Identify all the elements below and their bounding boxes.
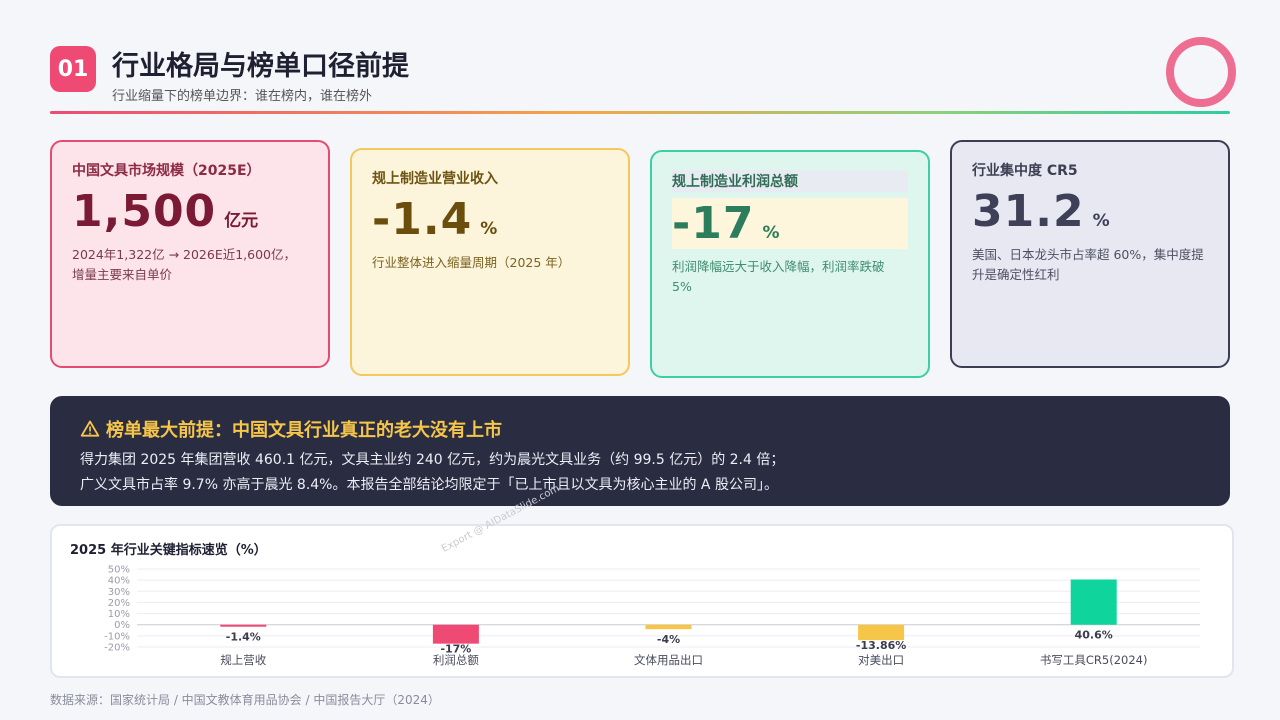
kpi-description: 行业整体进入缩量周期（2025 年） bbox=[372, 255, 571, 270]
section-number-badge: 01 bbox=[50, 46, 96, 92]
kpi-unit: % bbox=[480, 219, 498, 239]
bar bbox=[1070, 579, 1117, 625]
kpi-value-row: -17 % bbox=[672, 198, 908, 249]
kpi-value-row: 1,500 亿元 bbox=[72, 186, 308, 237]
kpi-card-concentration: 行业集中度 CR5 31.2 % 美国、日本龙头市占率超 60%，集中度提升是确… bbox=[950, 140, 1230, 368]
page-title: 行业格局与榜单口径前提 bbox=[112, 51, 409, 82]
y-tick-label: 10% bbox=[108, 609, 130, 620]
y-tick-label: -10% bbox=[104, 631, 130, 642]
kpi-card-market-size: 中国文具市场规模（2025E） 1,500 亿元 2024年1,322亿 → 2… bbox=[50, 140, 330, 368]
indicator-bar-chart: 50%40%30%20%10%0%-10%-20%-1.4%规上营收-17%利润… bbox=[104, 565, 1200, 667]
kpi-value-row: 31.2 % bbox=[972, 186, 1208, 237]
kpi-label: 行业集中度 CR5 bbox=[972, 163, 1078, 179]
kpi-label: 规上制造业利润总额 bbox=[672, 170, 908, 192]
y-tick-label: 0% bbox=[114, 620, 130, 631]
x-tick-label: 书写工具CR5(2024) bbox=[1040, 653, 1148, 667]
kpi-description: 美国、日本龙头市占率超 60%，集中度提升是确定性红利 bbox=[972, 247, 1204, 282]
kpi-card-revenue: 规上制造业营业收入 -1.4 % 行业整体进入缩量周期（2025 年） bbox=[350, 148, 630, 376]
kpi-value: 1,500 bbox=[72, 186, 217, 237]
kpi-card-profit: 规上制造业利润总额 -17 % 利润降幅远大于收入降幅，利润率跌破 5% bbox=[650, 150, 930, 378]
page-subtitle: 行业缩量下的榜单边界：谁在榜内，谁在榜外 bbox=[112, 89, 373, 104]
kpi-description: 利润降幅远大于收入降幅，利润率跌破 5% bbox=[672, 259, 885, 294]
kpi-value-row: -1.4 % bbox=[372, 194, 608, 245]
bar bbox=[645, 624, 692, 630]
kpi-value: 31.2 bbox=[972, 186, 1085, 237]
bar bbox=[220, 624, 267, 627]
x-tick-label: 规上营收 bbox=[220, 653, 266, 667]
kpi-value: -17 bbox=[672, 198, 755, 249]
y-tick-label: 20% bbox=[108, 598, 130, 609]
kpi-unit: % bbox=[762, 223, 780, 243]
decorative-ring-icon bbox=[1166, 37, 1236, 107]
kpi-value: -1.4 bbox=[372, 194, 473, 245]
header-divider bbox=[50, 111, 1230, 114]
kpi-unit: % bbox=[1092, 211, 1110, 231]
data-label: -1.4% bbox=[226, 630, 261, 643]
y-tick-label: 50% bbox=[108, 565, 130, 576]
warning-triangle-icon bbox=[80, 420, 100, 437]
banner-heading-row: 榜单最大前提：中国文具行业真正的老大没有上市 bbox=[80, 416, 1200, 442]
key-premise-banner: 榜单最大前提：中国文具行业真正的老大没有上市 得力集团 2025 年集团营收 4… bbox=[50, 396, 1230, 506]
indicator-chart-panel: 2025 年行业关键指标速览（%） 50% 40% 30% 20% 10% 0% -10% -… bbox=[50, 524, 1234, 678]
banner-text-line-2: 广义文具市占率 9.7% 亦高于晨光 8.4%。本报告全部结论均限定于「已上市且… bbox=[80, 477, 778, 493]
x-tick-label: 利润总额 bbox=[433, 653, 479, 667]
kpi-label: 规上制造业营业收入 bbox=[372, 171, 498, 187]
y-tick-label: 40% bbox=[108, 576, 130, 587]
banner-heading: 榜单最大前提：中国文具行业真正的老大没有上市 bbox=[106, 420, 502, 441]
kpi-unit: 亿元 bbox=[224, 211, 259, 231]
y-tick-label: 30% bbox=[108, 587, 130, 598]
bar bbox=[858, 624, 905, 641]
x-tick-label: 对美出口 bbox=[858, 653, 904, 667]
data-label: -13.86% bbox=[856, 639, 906, 652]
data-source-note: 数据来源：国家统计局 / 中国文教体育用品协会 / 中国报告大厅（2024） bbox=[50, 693, 440, 707]
banner-text-line-1: 得力集团 2025 年集团营收 460.1 亿元，文具主业约 240 亿元，约为… bbox=[80, 452, 785, 468]
x-tick-label: 文体用品出口 bbox=[634, 653, 703, 667]
y-tick-label: -20% bbox=[104, 643, 130, 654]
bar bbox=[432, 624, 479, 644]
kpi-label: 中国文具市场规模（2025E） bbox=[72, 163, 261, 179]
data-label: 40.6% bbox=[1075, 629, 1113, 642]
data-label: -4% bbox=[657, 633, 680, 646]
kpi-description: 2024年1,322亿 → 2026E近1,600亿，增量主要来自单价 bbox=[72, 247, 297, 282]
